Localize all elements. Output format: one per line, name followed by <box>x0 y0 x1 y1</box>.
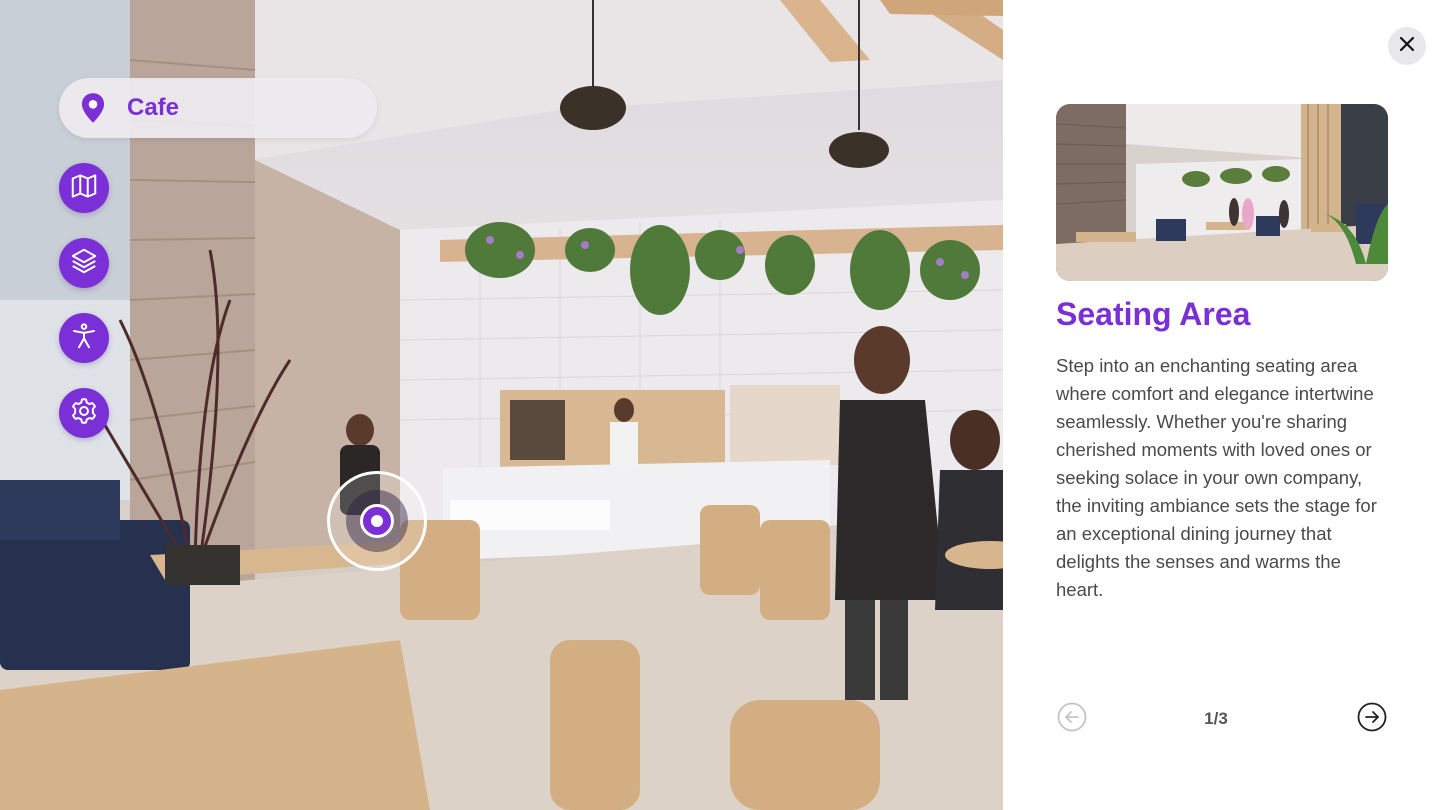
panel-title: Seating Area <box>1056 296 1251 332</box>
location-label: Cafe <box>127 94 180 121</box>
arrow-left-circle-icon <box>1057 702 1087 737</box>
settings-button[interactable] <box>59 388 109 438</box>
map-button[interactable] <box>59 163 109 213</box>
hotspot-marker[interactable] <box>327 471 427 571</box>
layers-icon <box>69 246 99 281</box>
pager-count: 1/3 <box>1204 709 1228 728</box>
map-icon <box>69 171 99 206</box>
hotspot-ring <box>346 490 408 552</box>
info-panel: Seating Area Step into an enchanting sea… <box>1003 0 1440 810</box>
accessibility-button[interactable] <box>59 313 109 363</box>
gear-icon <box>69 396 99 431</box>
arrow-right-circle-icon <box>1357 702 1387 737</box>
next-button[interactable] <box>1356 702 1388 737</box>
map-pin-icon <box>77 92 109 124</box>
panorama-view[interactable]: Cafe <box>0 0 1003 810</box>
location-pill[interactable]: Cafe <box>59 78 377 138</box>
panel-description: Step into an enchanting seating area whe… <box>1056 355 1377 600</box>
hotspot-dot <box>360 504 394 538</box>
layers-button[interactable] <box>59 238 109 288</box>
close-button[interactable] <box>1388 27 1426 65</box>
seating-area-thumbnail <box>1056 104 1388 281</box>
close-icon <box>1398 35 1416 58</box>
accessibility-icon <box>69 321 99 356</box>
previous-button[interactable] <box>1056 702 1088 737</box>
